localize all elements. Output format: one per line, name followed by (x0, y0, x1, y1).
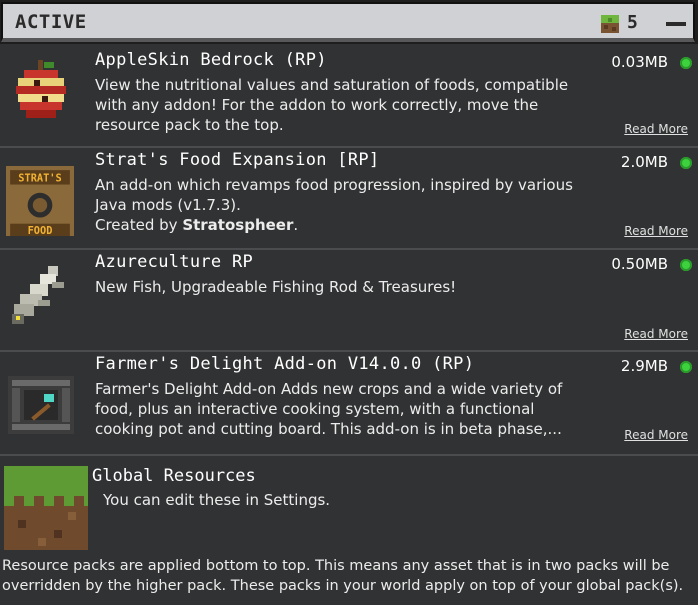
fish-icon (12, 266, 64, 324)
read-more-link[interactable]: Read More (624, 224, 688, 238)
minus-icon (666, 22, 686, 26)
pack-item-appleskin[interactable]: AppleSkin Bedrock (RP) View the nutritio… (0, 48, 698, 148)
read-more-link[interactable]: Read More (624, 122, 688, 136)
pack-name: Farmer's Delight Add-on V14.0.0 (RP) (95, 354, 475, 374)
pack-name: AppleSkin Bedrock (RP) (95, 50, 327, 70)
pack-description: View the nutritional values and saturati… (95, 76, 569, 134)
pack-size: 2.9MB (620, 357, 668, 375)
read-more-link[interactable]: Read More (624, 327, 688, 341)
svg-text:STRAT'S: STRAT'S (18, 172, 61, 184)
active-header-bar[interactable]: ACTIVE 5 (1, 2, 695, 42)
pack-order-note: Resource packs are applied bottom to top… (2, 558, 684, 594)
section-title: ACTIVE (15, 11, 87, 33)
pack-description: Farmer's Delight Add-on Adds new crops a… (95, 380, 563, 438)
collapse-button[interactable] (663, 13, 689, 33)
global-resources-title: Global Resources (92, 466, 256, 486)
cooking-table-icon (8, 376, 74, 434)
read-more-link[interactable]: Read More (624, 428, 688, 442)
pack-item-strats-food[interactable]: STRAT'S FOOD Strat's Food Expansion [RP]… (0, 148, 698, 250)
active-status-dot (680, 259, 692, 271)
active-status-dot (680, 157, 692, 169)
active-status-dot (680, 57, 692, 69)
global-resources-item[interactable]: Global Resources You can edit these in S… (0, 460, 698, 552)
pack-size: 0.50MB (611, 255, 668, 273)
pack-count: 5 (627, 12, 638, 33)
pack-description: An add-on which revamps food progression… (95, 176, 573, 234)
grass-block-icon (601, 15, 619, 33)
svg-text:FOOD: FOOD (28, 225, 53, 236)
pack-item-azureculture[interactable]: Azureculture RP New Fish, Upgradeable Fi… (0, 250, 698, 352)
author-name: Stratospheer (182, 216, 294, 234)
pack-size: 2.0MB (620, 153, 668, 171)
strats-food-logo-icon: STRAT'S FOOD (6, 166, 74, 236)
pack-name: Strat's Food Expansion [RP] (95, 150, 380, 170)
pack-item-farmers-delight[interactable]: Farmer's Delight Add-on V14.0.0 (RP) Far… (0, 352, 698, 456)
pack-description: New Fish, Upgradeable Fishing Rod & Trea… (95, 278, 457, 296)
grass-block-icon (4, 466, 88, 550)
global-resources-subtitle: You can edit these in Settings. (103, 491, 331, 509)
active-status-dot (680, 361, 692, 373)
active-section-header[interactable]: ACTIVE 5 (0, 0, 698, 44)
pack-size: 0.03MB (611, 53, 668, 71)
pack-name: Azureculture RP (95, 252, 254, 272)
apple-icon (16, 60, 66, 118)
